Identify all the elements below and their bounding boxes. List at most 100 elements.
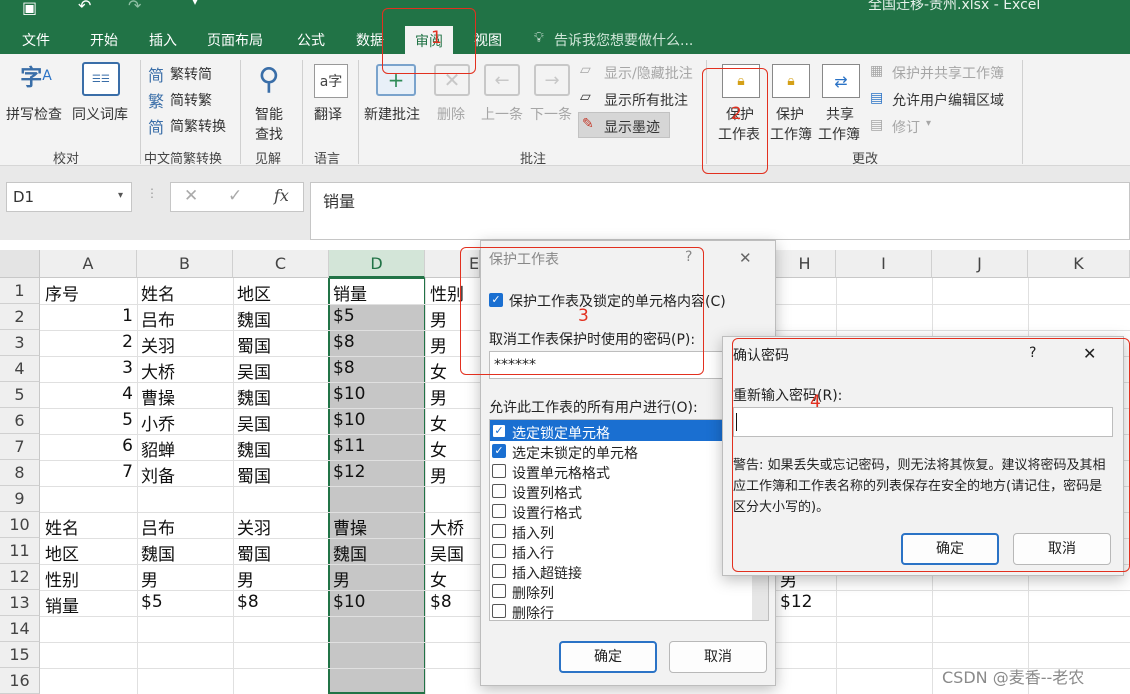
cell-b8[interactable]: 刘备 [141,462,175,487]
next-comment-button[interactable]: 下一条 [530,104,572,124]
save-icon[interactable]: ▣ [22,0,37,17]
thesaurus-button[interactable]: 同义词库 [72,104,128,124]
cell-a4[interactable]: 3 [40,358,133,378]
simp-to-trad-button[interactable]: 简转繁 [170,90,212,110]
cell-c1[interactable]: 地区 [237,280,271,305]
cell-e13[interactable]: $8 [430,592,452,612]
tab-data[interactable]: 数据 [356,30,384,50]
smart-lookup-button-line1[interactable]: 智能 [255,104,283,124]
row-header[interactable]: 14 [0,616,40,642]
protect-workbook-button-line2[interactable]: 工作簿 [770,124,812,144]
cell-b3[interactable]: 关羽 [141,332,175,357]
permission-option[interactable]: ✓ 选定未锁定的单元格 [492,442,724,462]
cell-c11[interactable]: 蜀国 [237,540,271,565]
track-changes-button[interactable]: 修订 [892,117,920,137]
row-header[interactable]: 3 [0,330,40,356]
row-header[interactable]: 5 [0,382,40,408]
column-header-h[interactable]: H [774,250,836,278]
column-header-b[interactable]: B [137,250,233,278]
cell-d1[interactable]: 销量 [333,280,367,305]
permission-option[interactable]: 删除行 [492,602,724,620]
cell-d6[interactable]: $10 [333,410,365,430]
permission-option[interactable]: 删除列 [492,582,724,602]
name-box[interactable]: D1 [6,182,132,212]
cell-d8[interactable]: $12 [333,462,365,482]
cell-b1[interactable]: 姓名 [141,280,175,305]
cell-d12[interactable]: 男 [333,566,350,591]
cell-c3[interactable]: 蜀国 [237,332,271,357]
tell-me-icon[interactable]: 💡︎ [534,30,544,46]
tell-me-box[interactable]: 告诉我您想要做什么... [554,30,693,50]
cell-b5[interactable]: 曹操 [141,384,175,409]
cancel-icon[interactable]: ✕ [184,186,198,206]
cell-d5[interactable]: $10 [333,384,365,404]
permission-option[interactable]: 插入行 [492,542,724,562]
tab-page-layout[interactable]: 页面布局 [207,30,263,50]
row-header[interactable]: 8 [0,460,40,486]
ok-button[interactable]: 确定 [559,641,657,673]
cell-c6[interactable]: 吴国 [237,410,271,435]
share-workbook-button-line1[interactable]: 共享 [826,104,854,124]
row-header[interactable]: 13 [0,590,40,616]
insert-function-icon[interactable]: fx [274,186,289,205]
cell-b13[interactable]: $5 [141,592,163,612]
cell-c5[interactable]: 魏国 [237,384,271,409]
cell-a7[interactable]: 6 [40,436,133,456]
cell-e1[interactable]: 性别 [430,280,464,305]
undo-icon[interactable]: ↶ [78,0,91,15]
cell-c10[interactable]: 关羽 [237,514,271,539]
cell-b2[interactable]: 吕布 [141,306,175,331]
cell-c12[interactable]: 男 [237,566,254,591]
previous-comment-button[interactable]: 上一条 [481,104,523,124]
row-header[interactable]: 7 [0,434,40,460]
protect-workbook-button-line1[interactable]: 保护 [776,104,804,124]
row-header[interactable]: 9 [0,486,40,512]
cell-a13[interactable]: 销量 [45,592,79,617]
conversion-button[interactable]: 简繁转换 [170,116,226,136]
cell-b11[interactable]: 魏国 [141,540,175,565]
cancel-button[interactable]: 取消 [669,641,767,673]
row-header[interactable]: 4 [0,356,40,382]
cell-e6[interactable]: 女 [430,410,447,435]
cell-d2[interactable]: $5 [333,306,355,326]
cell-b12[interactable]: 男 [141,566,158,591]
cell-a6[interactable]: 5 [40,410,133,430]
cell-e4[interactable]: 女 [430,358,447,383]
row-header[interactable]: 1 [0,278,40,304]
tab-home[interactable]: 开始 [90,30,118,50]
formula-input[interactable]: 销量 [310,182,1130,240]
cell-e8[interactable]: 男 [430,462,447,487]
column-header-j[interactable]: J [932,250,1028,278]
translate-button[interactable]: 翻译 [314,104,342,124]
cell-b10[interactable]: 吕布 [141,514,175,539]
column-header-k[interactable]: K [1028,250,1130,278]
customize-toolbar-icon[interactable]: ▾ [192,0,198,8]
cell-d11[interactable]: 魏国 [333,540,367,565]
cell-d4[interactable]: $8 [333,358,355,378]
allow-edit-ranges-button[interactable]: 允许用户编辑区域 [892,90,1004,110]
cell-b6[interactable]: 小乔 [141,410,175,435]
cell-d3[interactable]: $8 [333,332,355,352]
column-header-i[interactable]: I [836,250,932,278]
cell-h13[interactable]: $12 [780,592,812,612]
tab-insert[interactable]: 插入 [149,30,177,50]
cell-e11[interactable]: 吴国 [430,540,464,565]
row-header[interactable]: 15 [0,642,40,668]
cell-d13[interactable]: $10 [333,592,365,612]
new-comment-button[interactable]: 新建批注 [364,104,420,124]
permission-option[interactable]: 设置单元格格式 [492,462,724,482]
cell-a11[interactable]: 地区 [45,540,79,565]
cell-e2[interactable]: 男 [430,306,447,331]
row-header[interactable]: 6 [0,408,40,434]
cell-a5[interactable]: 4 [40,384,133,404]
protect-and-share-button[interactable]: 保护并共享工作簿 [892,63,1004,83]
redo-icon[interactable]: ↷ [128,0,141,15]
cell-e3[interactable]: 男 [430,332,447,357]
permission-option[interactable]: 设置列格式 [492,482,724,502]
cell-e12[interactable]: 女 [430,566,447,591]
cell-a8[interactable]: 7 [40,462,133,482]
cell-a12[interactable]: 性别 [45,566,79,591]
permission-option[interactable]: ✓ 选定锁定单元格 [492,422,724,442]
show-hide-comment-button[interactable]: 显示/隐藏批注 [604,63,693,83]
row-header[interactable]: 16 [0,668,40,694]
